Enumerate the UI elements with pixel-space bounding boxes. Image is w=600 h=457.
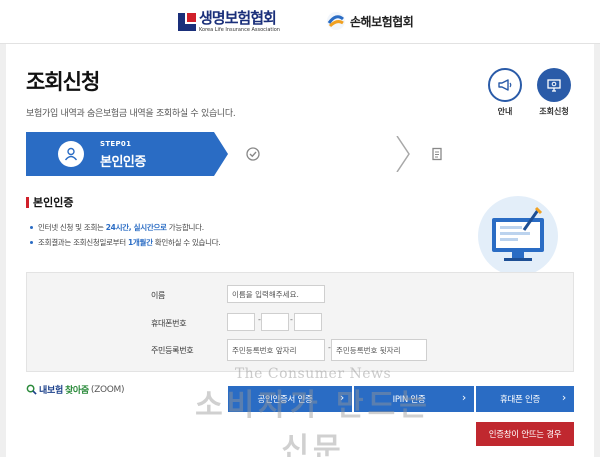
phone-label: 휴대폰번호 <box>151 319 187 328</box>
zoom-brand-part3: (ZOOM) <box>90 384 125 395</box>
chevron-right-icon: › <box>339 391 344 404</box>
chevron-right-icon: › <box>461 391 466 404</box>
step-2-kicker: STEP02 <box>284 140 316 148</box>
step-progress: STEP01 본인인증 STEP02 정보동의 STEP03 결과확인 <box>26 132 574 176</box>
nonlife-insurance-logo[interactable]: 손해보험협회 <box>326 11 414 31</box>
chevron-right-icon: › <box>561 391 566 404</box>
monitor-illustration <box>478 196 558 276</box>
guide-button[interactable] <box>488 68 522 102</box>
query-request-button[interactable] <box>537 68 571 102</box>
phone-input-3[interactable] <box>294 313 322 331</box>
nonlife-insurance-logo-name: 손해보험협회 <box>350 14 414 29</box>
zoom-brand-link[interactable]: 내보험 찾아줌 (ZOOM) <box>26 383 125 396</box>
notice-list: 인터넷 신청 및 조회는 24시간, 실시간으로 가능합니다. 조회결과는 조회… <box>30 220 221 250</box>
notice-item: 인터넷 신청 및 조회는 24시간, 실시간으로 가능합니다. <box>30 220 220 235</box>
zoom-brand-part2: 찾아줌 <box>64 386 89 396</box>
top-header: 생명보험협회 Korea Life Insurance Association … <box>0 0 600 44</box>
auth-window-help-button[interactable]: 인증창이 안뜨는 경우 <box>476 422 574 446</box>
guide-button-label: 안내 <box>497 107 513 116</box>
step-1-kicker: STEP01 <box>100 140 132 148</box>
rrn-label: 주민등록번호 <box>151 346 194 355</box>
page-description: 보험가입 내역과 숨은보험금 내역을 조회하실 수 있습니다. <box>26 109 236 119</box>
step-inactive-background <box>214 132 574 176</box>
content-panel: 조회신청 보험가입 내역과 숨은보험금 내역을 조회하실 수 있습니다. 안내 … <box>6 44 594 457</box>
phone-input-1[interactable] <box>227 313 255 331</box>
phone-auth-button[interactable]: 휴대폰 인증 › <box>476 386 574 412</box>
life-insurance-logo[interactable]: 생명보험협회 Korea Life Insurance Association <box>178 9 280 35</box>
ipin-auth-label: IPIN 인증 <box>392 395 426 405</box>
section-title-text: 본인인증 <box>33 196 74 209</box>
section-title-marker <box>26 196 29 208</box>
step-2-name: 정보동의 <box>284 155 330 170</box>
page-title: 조회신청 <box>26 70 100 94</box>
step-1-identity: STEP01 본인인증 <box>26 132 214 176</box>
step-3-name: 결과확인 <box>466 155 512 170</box>
check-circle-icon <box>240 141 266 167</box>
phone-auth-label: 휴대폰 인증 <box>499 395 540 405</box>
rrn-front-input[interactable]: 주민등록번호 앞자리 <box>227 339 325 361</box>
life-insurance-logo-mark <box>178 13 196 31</box>
step-1-name: 본인인증 <box>100 155 146 170</box>
document-icon <box>424 141 450 167</box>
page-gutter-right <box>594 44 600 457</box>
person-icon <box>58 141 84 167</box>
cert-auth-button[interactable]: 공인인증서 인증 › <box>228 386 352 412</box>
ipin-auth-button[interactable]: IPIN 인증 › <box>354 386 474 412</box>
zoom-brand-part1: 내보험 <box>39 386 63 396</box>
life-insurance-logo-eng: Korea Life Insurance Association <box>199 27 280 33</box>
magnifier-icon <box>26 384 37 395</box>
name-input[interactable]: 이름을 입력해주세요. <box>227 285 325 303</box>
notice-item: 조회결과는 조회신청일로부터 1개월간 확인하실 수 있습니다. <box>30 235 221 250</box>
phone-input-2[interactable] <box>261 313 289 331</box>
nonlife-logo-icon <box>327 12 345 30</box>
cert-auth-label: 공인인증서 인증 <box>257 395 313 405</box>
monitor-search-icon <box>547 79 561 92</box>
megaphone-icon <box>498 79 512 91</box>
life-insurance-logo-name: 생명보험협회 <box>199 9 277 27</box>
section-title: 본인인증 <box>26 194 73 210</box>
step-separator-arrow <box>396 136 410 172</box>
monitor-icon <box>492 206 544 261</box>
name-label: 이름 <box>151 291 166 300</box>
identity-form: 이름 이름을 입력해주세요. 휴대폰번호 - - 주민등록번호 주민등록번호 앞… <box>26 272 574 372</box>
phone-dash: - <box>290 315 293 324</box>
step-1-arrow <box>214 132 228 176</box>
query-request-label: 조회신청 <box>539 107 569 116</box>
step-3-kicker: STEP03 <box>466 140 498 148</box>
rrn-back-input[interactable]: 주민등록번호 뒷자리 <box>331 339 427 361</box>
